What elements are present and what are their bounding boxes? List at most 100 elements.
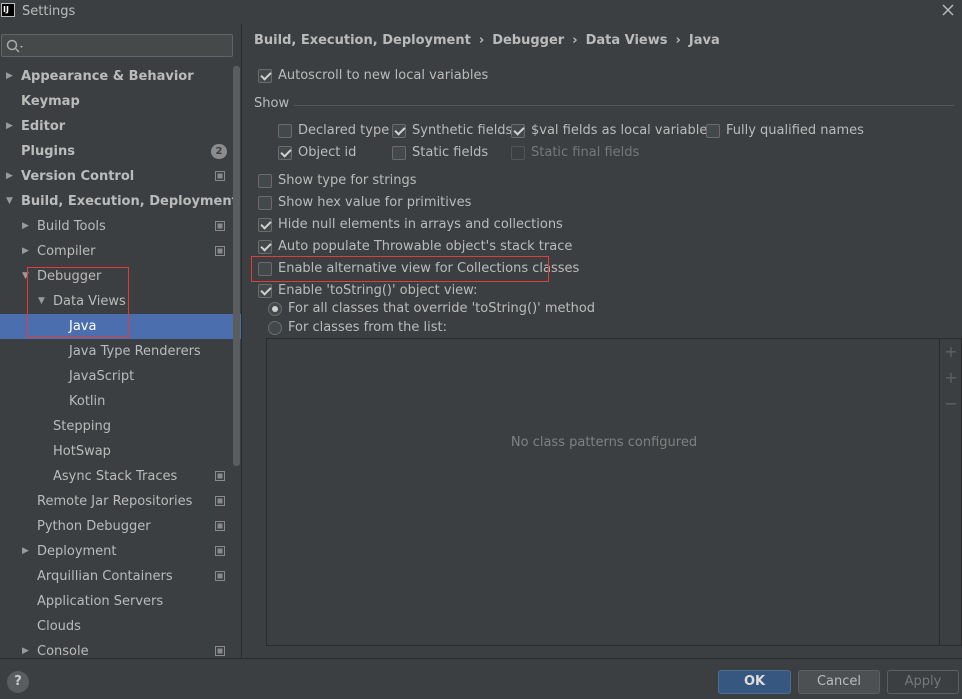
sidebar-scrollbar[interactable] (233, 66, 240, 466)
chevron-right-icon[interactable]: ▶ (6, 114, 16, 139)
breadcrumb-item: Build, Execution, Deployment (254, 33, 471, 48)
sidebar-item-hotswap[interactable]: HotSwap (0, 439, 241, 464)
class-patterns-list[interactable]: No class patterns configured (266, 338, 940, 646)
val-fields-label: $val fields as local variables (531, 123, 715, 138)
sidebar-item-plugins[interactable]: Plugins 2 (0, 139, 241, 164)
project-settings-icon (215, 521, 225, 531)
throwable-trace-checkbox[interactable] (258, 240, 272, 254)
app-icon: IJ (1, 3, 15, 17)
sidebar-item-label: Build Tools (37, 219, 106, 234)
sidebar-item-label: Kotlin (69, 394, 106, 409)
static-fields-label: Static fields (412, 145, 489, 160)
project-settings-icon (215, 471, 225, 481)
chevron-right-icon[interactable]: ▶ (22, 539, 32, 564)
sidebar-item-keymap[interactable]: Keymap (0, 89, 241, 114)
settings-sidebar: ▶ Appearance & Behavior Keymap ▶ Editor Plugi… (0, 24, 241, 658)
fully-qualified-checkbox[interactable] (706, 124, 720, 138)
tostring-view-label: Enable 'toString()' object view: (278, 283, 478, 298)
breadcrumb-item: Debugger (492, 33, 565, 48)
sidebar-item-java-type-renderers[interactable]: Java Type Renderers (0, 339, 241, 364)
throwable-trace-label: Auto populate Throwable object's stack t… (278, 239, 573, 254)
empty-list-text: No class patterns configured (510, 435, 698, 450)
sidebar-item-application-servers[interactable]: Application Servers (0, 589, 241, 614)
sidebar-item-label: Deployment (37, 544, 117, 559)
sidebar-item-label: Arquillian Containers (37, 569, 173, 584)
chevron-right-icon[interactable]: ▶ (22, 214, 32, 239)
project-settings-icon (215, 246, 225, 256)
dialog-footer: ? OK Cancel Apply (0, 658, 962, 699)
sidebar-item-label: Java Type Renderers (69, 344, 201, 359)
fully-qualified-label: Fully qualified names (726, 123, 864, 138)
sidebar-item-build-execution-deployment[interactable]: ▼ Build, Execution, Deployment (0, 189, 241, 214)
cancel-button[interactable]: Cancel (798, 670, 880, 694)
show-group-divider (294, 105, 954, 106)
static-final-fields-label: Static final fields (531, 145, 640, 160)
sidebar-item-javascript[interactable]: JavaScript (0, 364, 241, 389)
apply-button[interactable]: Apply (887, 670, 959, 694)
sidebar-item-console[interactable]: ▶ Console (0, 639, 241, 658)
sidebar-item-label: Build, Execution, Deployment (21, 194, 238, 209)
add-class-icon[interactable]: + (944, 370, 958, 386)
chevron-right-icon[interactable]: ▶ (6, 164, 16, 189)
sidebar-item-clouds[interactable]: Clouds (0, 614, 241, 639)
hide-null-checkbox[interactable] (258, 218, 272, 232)
hex-primitives-checkbox[interactable] (258, 196, 272, 210)
type-for-strings-checkbox[interactable] (258, 174, 272, 188)
chevron-right-icon[interactable]: ▶ (22, 639, 32, 658)
ok-button[interactable]: OK (718, 670, 791, 694)
project-settings-icon (215, 171, 225, 181)
breadcrumb-item: Java (688, 33, 720, 48)
breadcrumb-separator: › (478, 33, 485, 48)
sidebar-item-version-control[interactable]: ▶ Version Control (0, 164, 241, 189)
synthetic-fields-label: Synthetic fields (412, 123, 513, 138)
sidebar-item-label: Console (37, 644, 89, 658)
project-settings-icon (215, 646, 225, 656)
hex-primitives-label: Show hex value for primitives (278, 195, 472, 210)
sidebar-item-label: Appearance & Behavior (21, 69, 194, 84)
sidebar-item-build-tools[interactable]: ▶ Build Tools (0, 214, 241, 239)
highlight-box-option (251, 256, 549, 282)
tostring-view-checkbox[interactable] (258, 284, 272, 298)
update-count-badge: 2 (211, 144, 227, 159)
radio-all-classes[interactable] (268, 302, 282, 316)
remove-icon[interactable]: − (944, 396, 958, 412)
close-icon[interactable] (940, 2, 956, 18)
sidebar-item-label: Async Stack Traces (53, 469, 178, 484)
sidebar-item-appearance-behavior[interactable]: ▶ Appearance & Behavior (0, 64, 241, 89)
sidebar-item-async-stack-traces[interactable]: Async Stack Traces (0, 464, 241, 489)
sidebar-item-label: HotSwap (53, 444, 111, 459)
synthetic-fields-checkbox[interactable] (392, 124, 406, 138)
sidebar-item-deployment[interactable]: ▶ Deployment (0, 539, 241, 564)
help-button[interactable]: ? (7, 671, 29, 693)
list-toolbar: + + − (940, 338, 962, 646)
sidebar-item-label: Application Servers (37, 594, 164, 609)
sidebar-item-compiler[interactable]: ▶ Compiler (0, 239, 241, 264)
breadcrumb-item: Data Views (585, 33, 668, 48)
add-pattern-icon[interactable]: + (944, 344, 958, 360)
sidebar-item-label: Clouds (37, 619, 81, 634)
sidebar-item-label: Compiler (37, 244, 96, 259)
static-fields-checkbox[interactable] (392, 146, 406, 160)
chevron-right-icon[interactable]: ▶ (6, 64, 16, 89)
chevron-right-icon[interactable]: ▶ (22, 239, 32, 264)
static-final-fields-checkbox (511, 146, 525, 160)
sidebar-item-stepping[interactable]: Stepping (0, 414, 241, 439)
sidebar-item-editor[interactable]: ▶ Editor (0, 114, 241, 139)
settings-content: Build, Execution, Deployment › Debugger › Da… (241, 24, 962, 658)
sidebar-item-arquillian-containers[interactable]: Arquillian Containers (0, 564, 241, 589)
radio-list-classes-label: For classes from the list: (288, 320, 447, 335)
sidebar-item-kotlin[interactable]: Kotlin (0, 389, 241, 414)
sidebar-item-label: Remote Jar Repositories (37, 494, 193, 509)
val-fields-checkbox[interactable] (511, 124, 525, 138)
sidebar-item-python-debugger[interactable]: Python Debugger (0, 514, 241, 539)
object-id-checkbox[interactable] (278, 146, 292, 160)
project-settings-icon (215, 221, 225, 231)
autoscroll-checkbox[interactable] (258, 69, 272, 83)
search-input[interactable] (1, 34, 233, 57)
declared-type-checkbox[interactable] (278, 124, 292, 138)
chevron-down-icon[interactable]: ▼ (6, 189, 16, 214)
declared-type-label: Declared type (298, 123, 390, 138)
radio-list-classes[interactable] (268, 321, 282, 335)
sidebar-item-remote-jar-repositories[interactable]: Remote Jar Repositories (0, 489, 241, 514)
highlight-box-tree (27, 267, 129, 338)
